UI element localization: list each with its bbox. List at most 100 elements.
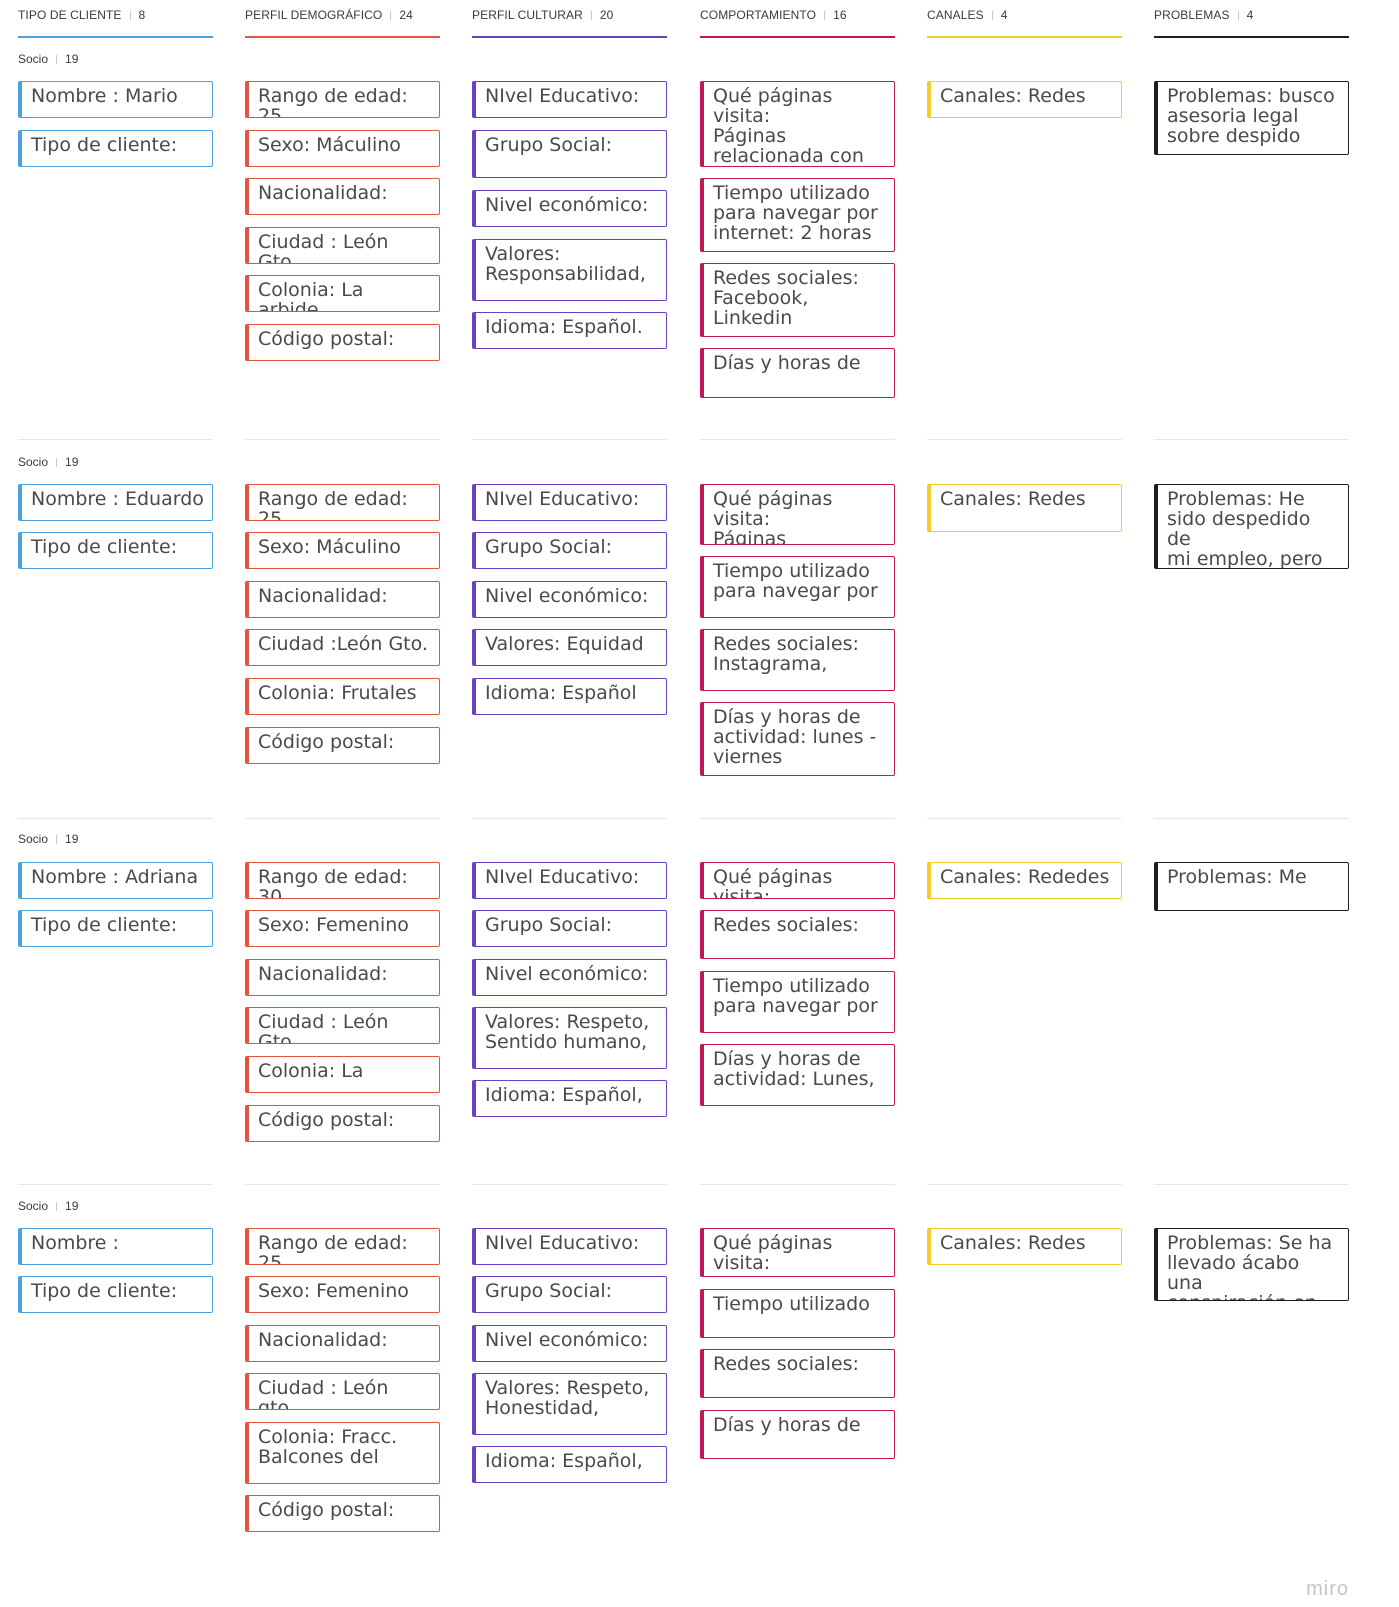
sticky-card[interactable]: Ciudad : León gto.: [245, 1373, 440, 1410]
sticky-card[interactable]: Tipo de cliente:: [18, 130, 213, 167]
sticky-card[interactable]: Nacionalidad:: [245, 178, 440, 215]
sticky-card[interactable]: Tiempo utilizado para navegar por intern…: [700, 178, 895, 252]
sticky-card[interactable]: Código postal:: [245, 1495, 440, 1532]
sticky-card[interactable]: Nivel económico:: [472, 190, 667, 227]
sticky-card[interactable]: Rango de edad: 30: [245, 862, 440, 899]
row-divider: [18, 439, 213, 440]
sticky-card[interactable]: Código postal:: [245, 324, 440, 361]
sticky-card[interactable]: Grupo Social:: [472, 130, 667, 178]
sticky-card[interactable]: Valores: Responsabilidad,: [472, 239, 667, 301]
sticky-card[interactable]: Sexo: Máculino: [245, 532, 440, 569]
sticky-card[interactable]: Qué páginas visita: Páginas: [700, 484, 895, 545]
column-header-problemas[interactable]: PROBLEMAS 4: [1154, 0, 1349, 38]
sticky-card[interactable]: Nivel económico:: [472, 959, 667, 996]
sticky-card[interactable]: Problemas: He sido despedido de mi emple…: [1154, 484, 1349, 569]
sticky-card[interactable]: Código postal:: [245, 727, 440, 764]
sticky-card[interactable]: Tiempo utilizado para navegar por: [700, 971, 895, 1033]
sticky-card[interactable]: Idioma: Español: [472, 678, 667, 715]
sticky-card[interactable]: NIvel Educativo:: [472, 484, 667, 521]
sticky-card[interactable]: Sexo: Máculino: [245, 130, 440, 167]
sticky-card[interactable]: Nombre : Eduardo: [18, 484, 213, 521]
column-count: 24: [399, 8, 413, 22]
sticky-card[interactable]: Redes sociales:: [700, 1349, 895, 1398]
sticky-card[interactable]: Colonia: Frutales: [245, 678, 440, 715]
sticky-card[interactable]: Canales: Redes: [927, 81, 1122, 118]
row-label[interactable]: Socio 19: [18, 52, 78, 66]
sticky-card[interactable]: Colonia: Fracc. Balcones del: [245, 1422, 440, 1484]
sticky-card[interactable]: Tipo de cliente:: [18, 532, 213, 569]
column-header-canales[interactable]: CANALES 4: [927, 0, 1122, 38]
column-title: PERFIL CULTURAR: [472, 8, 583, 22]
sticky-card[interactable]: Valores: Equidad: [472, 629, 667, 666]
column-title: TIPO DE CLIENTE: [18, 8, 122, 22]
sticky-card[interactable]: Problemas: Me: [1154, 862, 1349, 911]
sticky-card[interactable]: NIvel Educativo:: [472, 1228, 667, 1265]
sticky-card[interactable]: Qué páginas visita: Páginas relacionada …: [700, 81, 895, 167]
column-header-tipo-de-cliente[interactable]: TIPO DE CLIENTE 8: [18, 0, 213, 38]
sticky-card[interactable]: Canales: Redes: [927, 484, 1122, 532]
sticky-card[interactable]: Grupo Social:: [472, 1276, 667, 1313]
sticky-card[interactable]: Valores: Respeto, Sentido humano,: [472, 1007, 667, 1069]
sticky-card[interactable]: Colonia: La: [245, 1056, 440, 1093]
sticky-card[interactable]: Problemas: busco asesoria legal sobre de…: [1154, 81, 1349, 155]
column-count: 8: [138, 8, 146, 22]
sticky-card[interactable]: Idioma: Español.: [472, 312, 667, 349]
sticky-card[interactable]: Ciudad : León Gto.: [245, 227, 440, 264]
row-divider: [927, 818, 1122, 819]
row-title: Socio: [18, 832, 49, 846]
sticky-card[interactable]: Días y horas de: [700, 1410, 895, 1459]
row-label[interactable]: Socio 19: [18, 1199, 78, 1213]
sticky-card[interactable]: Nivel económico:: [472, 581, 667, 618]
column-count: 4: [1246, 8, 1254, 22]
sticky-card[interactable]: Ciudad : León Gto.: [245, 1007, 440, 1044]
sticky-card[interactable]: Nivel económico:: [472, 1325, 667, 1362]
sticky-card[interactable]: Problemas: Se ha llevado ácabo una consp…: [1154, 1228, 1349, 1301]
sticky-card[interactable]: Nacionalidad:: [245, 959, 440, 996]
sticky-card[interactable]: Colonia: La arbide.: [245, 275, 440, 312]
sticky-card[interactable]: Canales: Redes: [927, 1228, 1122, 1265]
sticky-card[interactable]: Redes sociales:: [700, 910, 895, 959]
sticky-card[interactable]: Tiempo utilizado para navegar por: [700, 556, 895, 618]
column-header-perfil-demografico[interactable]: PERFIL DEMOGRÁFICO 24: [245, 0, 440, 38]
column-title: PERFIL DEMOGRÁFICO: [245, 8, 383, 22]
sticky-card[interactable]: Nombre : Mario: [18, 81, 213, 118]
sticky-card[interactable]: Redes sociales: Instagrama,: [700, 629, 895, 691]
sticky-card[interactable]: Código postal:: [245, 1105, 440, 1142]
row-label[interactable]: Socio 19: [18, 455, 78, 469]
sticky-card[interactable]: Tipo de cliente:: [18, 910, 213, 947]
row-divider: [245, 439, 440, 440]
column-header-comportamiento[interactable]: COMPORTAMIENTO 16: [700, 0, 895, 38]
sticky-card[interactable]: Sexo: Femenino: [245, 1276, 440, 1313]
row-label[interactable]: Socio 19: [18, 832, 78, 846]
row-divider: [700, 439, 895, 440]
sticky-card[interactable]: Canales: Rededes: [927, 862, 1122, 899]
sticky-card[interactable]: Días y horas de actividad: Lunes,: [700, 1044, 895, 1106]
sticky-card[interactable]: Días y horas de: [700, 348, 895, 398]
sticky-card[interactable]: Días y horas de actividad: lunes - viern…: [700, 702, 895, 776]
column-header-perfil-culturar[interactable]: PERFIL CULTURAR 20: [472, 0, 667, 38]
row-divider: [700, 818, 895, 819]
sticky-card[interactable]: NIvel Educativo:: [472, 862, 667, 899]
sticky-card[interactable]: Grupo Social:: [472, 910, 667, 947]
sticky-card[interactable]: Qué páginas visita:: [700, 862, 895, 899]
sticky-card[interactable]: Valores: Respeto, Honestidad,: [472, 1373, 667, 1435]
sticky-card[interactable]: Idioma: Español,: [472, 1446, 667, 1483]
sticky-card[interactable]: Rango de edad: 25: [245, 81, 440, 118]
sticky-card[interactable]: Qué páginas visita:: [700, 1228, 895, 1277]
row-divider: [472, 818, 667, 819]
sticky-card[interactable]: Ciudad :León Gto.: [245, 629, 440, 666]
sticky-card[interactable]: Redes sociales: Facebook, Linkedin: [700, 263, 895, 337]
sticky-card[interactable]: NIvel Educativo:: [472, 81, 667, 118]
sticky-card[interactable]: Nacionalidad:: [245, 581, 440, 618]
sticky-card[interactable]: Rango de edad: 25: [245, 484, 440, 521]
sticky-card[interactable]: Tiempo utilizado: [700, 1289, 895, 1338]
sticky-card[interactable]: Nacionalidad:: [245, 1325, 440, 1362]
sticky-card[interactable]: Tipo de cliente:: [18, 1276, 213, 1313]
row-title: Socio: [18, 455, 49, 469]
sticky-card[interactable]: Rango de edad: 25: [245, 1228, 440, 1265]
sticky-card[interactable]: Nombre : Adriana: [18, 862, 213, 899]
sticky-card[interactable]: Sexo: Femenino: [245, 910, 440, 947]
sticky-card[interactable]: Grupo Social:: [472, 532, 667, 569]
sticky-card[interactable]: Idioma: Español,: [472, 1080, 667, 1117]
sticky-card[interactable]: Nombre :: [18, 1228, 213, 1265]
